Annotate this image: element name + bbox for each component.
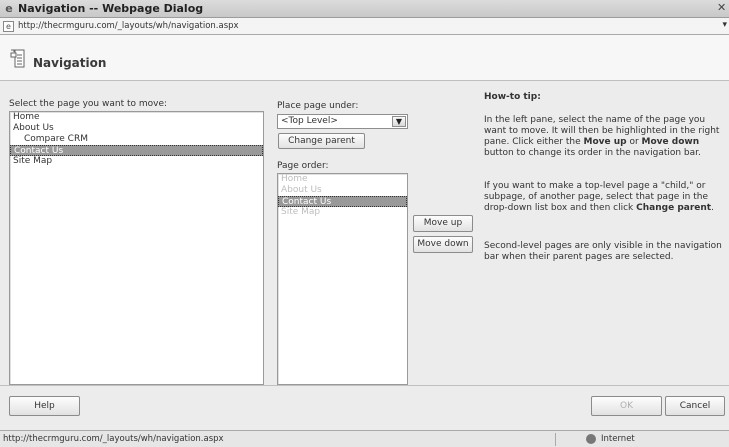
list-item-selected[interactable]: Contact Us — [278, 196, 407, 207]
help-button[interactable]: Help — [9, 396, 80, 416]
ok-button[interactable]: OK — [591, 396, 662, 416]
list-item[interactable]: Home — [10, 112, 263, 123]
globe-icon — [586, 434, 596, 444]
title-bar: e Navigation -- Webpage Dialog ✕ — [0, 0, 729, 18]
dialog-content: Select the page you want to move: Home A… — [0, 82, 729, 385]
list-item[interactable]: About Us — [10, 123, 263, 134]
security-zone: Internet — [601, 434, 635, 444]
list-item[interactable]: Site Map — [278, 207, 407, 218]
tip-paragraph-2: If you want to make a top-level page a "… — [484, 181, 724, 214]
change-parent-button[interactable]: Change parent — [278, 133, 365, 149]
address-url: http://thecrmguru.com/_layouts/wh/naviga… — [18, 21, 239, 31]
parent-select-value: <Top Level> — [281, 116, 338, 126]
chevron-down-icon[interactable]: ▾ — [722, 20, 727, 30]
page-icon: e — [3, 21, 14, 32]
tip-title: How-to tip: — [484, 92, 541, 102]
close-icon[interactable]: ✕ — [717, 1, 727, 15]
navigation-icon — [10, 49, 25, 68]
place-under-label: Place page under: — [277, 101, 359, 111]
status-url: http://thecrmguru.com/_layouts/wh/naviga… — [3, 434, 224, 444]
list-item[interactable]: Site Map — [10, 156, 263, 167]
page-listbox[interactable]: Home About Us Compare CRM Contact Us Sit… — [9, 111, 264, 385]
tip-paragraph-3: Second-level pages are only visible in t… — [484, 241, 722, 262]
status-bar: http://thecrmguru.com/_layouts/wh/naviga… — [0, 430, 729, 447]
address-bar: e http://thecrmguru.com/_layouts/wh/navi… — [0, 18, 729, 35]
window-title: Navigation -- Webpage Dialog — [18, 2, 204, 15]
tip-bold: Move up — [583, 137, 627, 147]
list-item-selected[interactable]: Contact Us — [10, 145, 263, 156]
list-item[interactable]: Home — [278, 174, 407, 185]
chevron-down-icon[interactable]: ▼ — [392, 116, 406, 127]
tip-text: button to change its order in the naviga… — [484, 148, 701, 158]
list-item[interactable]: Compare CRM — [10, 134, 263, 145]
tip-text: or — [626, 137, 642, 147]
move-up-button[interactable]: Move up — [413, 215, 473, 232]
page-title: Navigation — [33, 56, 107, 70]
tip-bold: Change parent — [636, 203, 712, 213]
ie-icon: e — [5, 2, 13, 15]
dialog-footer: Help OK Cancel — [0, 386, 729, 430]
status-divider — [555, 433, 556, 446]
parent-select[interactable]: <Top Level> ▼ — [277, 114, 408, 129]
tip-paragraph-1: In the left pane, select the name of the… — [484, 115, 724, 159]
left-pane-label: Select the page you want to move: — [9, 99, 168, 109]
page-order-listbox[interactable]: Home About Us Contact Us Site Map — [277, 173, 408, 385]
cancel-button[interactable]: Cancel — [665, 396, 725, 416]
dialog-header: Navigation — [0, 35, 729, 81]
list-item[interactable]: About Us — [278, 185, 407, 196]
move-down-button[interactable]: Move down — [413, 236, 473, 253]
tip-bold: Move down — [641, 137, 700, 147]
tip-text: . — [711, 203, 714, 213]
page-order-label: Page order: — [277, 161, 329, 171]
